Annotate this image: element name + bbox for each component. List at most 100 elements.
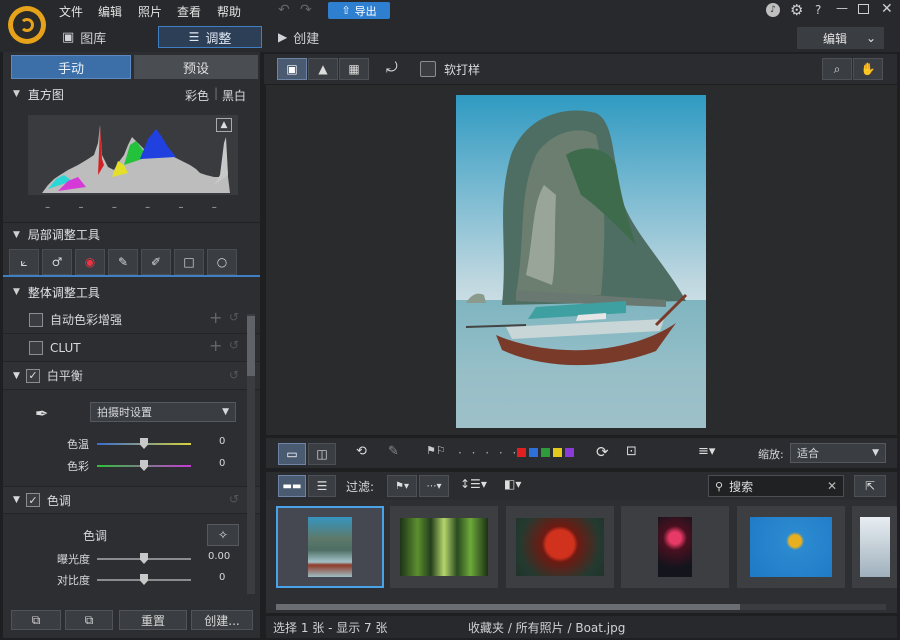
color-label-green[interactable]	[541, 448, 550, 457]
slider-handle[interactable]	[140, 460, 148, 471]
edit-brush-icon[interactable]: ✎	[388, 444, 399, 459]
rating-filter-icon[interactable]: ⋯▾	[419, 475, 449, 497]
zoom-tool-icon[interactable]: ⌕	[822, 58, 852, 80]
redo-icon[interactable]: ↷	[300, 2, 312, 18]
rotate-view-icon[interactable]: ⤾	[386, 60, 398, 76]
open-external-icon[interactable]: ⇱	[854, 475, 886, 497]
maximize-icon[interactable]	[858, 4, 869, 14]
hand-tool-icon[interactable]: ✋	[853, 58, 883, 80]
create-button[interactable]: 创建...	[191, 610, 253, 630]
clipping-warning-icon[interactable]: ▲	[216, 118, 232, 132]
side-by-side-icon[interactable]: ◫	[308, 443, 336, 465]
help-icon[interactable]: ?	[815, 3, 821, 17]
single-compare-icon[interactable]: ▭	[278, 443, 306, 465]
color-label-yellow[interactable]	[553, 448, 562, 457]
overlay-icon[interactable]: ⊡	[626, 444, 637, 459]
stack-icon[interactable]: ◧▾	[504, 477, 521, 491]
clear-search-icon[interactable]: ✕	[827, 479, 837, 493]
single-view-icon[interactable]: ▣	[277, 58, 307, 80]
add-icon[interactable]: +	[209, 336, 222, 355]
mode-adjust[interactable]: ☰ 调整	[158, 26, 262, 48]
search-input[interactable]: 搜索	[729, 478, 821, 495]
mode-create[interactable]: ▶ 创建	[278, 26, 319, 48]
menu-help[interactable]: 帮助	[217, 3, 241, 20]
strip-scrollbar[interactable]	[276, 604, 886, 610]
sort-order-icon[interactable]: ↕☰▾	[460, 477, 487, 491]
close-icon[interactable]: ✕	[881, 1, 893, 17]
reset-icon[interactable]: ↺	[229, 310, 239, 324]
scrollbar-thumb[interactable]	[276, 604, 740, 610]
white-balance-preset-select[interactable]: 拍摄时设置 ▼	[90, 402, 236, 422]
tab-manual[interactable]: 手动	[11, 55, 131, 79]
collapse-triangle-icon[interactable]: ▼	[13, 371, 20, 381]
white-balance-checkbox[interactable]: ✓	[25, 368, 40, 383]
thumbnail-forest[interactable]	[390, 506, 498, 588]
clut-checkbox[interactable]	[29, 340, 43, 355]
eyedropper-icon[interactable]: ✒	[35, 404, 48, 423]
tint-slider[interactable]	[97, 460, 191, 471]
rectangle-tool-icon[interactable]: □	[174, 249, 204, 275]
exposure-slider[interactable]	[97, 553, 191, 564]
thumbnail-partial[interactable]	[852, 506, 897, 588]
rotate-left-icon[interactable]: ⟲	[356, 444, 367, 459]
auto-color-checkbox[interactable]	[29, 312, 43, 327]
brush-icon[interactable]: ✎	[108, 249, 138, 275]
thumbnail-leaf[interactable]	[506, 506, 614, 588]
zoom-select[interactable]: 适合 ▼	[790, 443, 886, 463]
slider-handle[interactable]	[140, 574, 148, 585]
copy-settings-button[interactable]: ⧉	[11, 610, 61, 630]
global-tools-header[interactable]: ▼ 整体调整工具	[3, 280, 260, 304]
contrast-slider[interactable]	[97, 574, 191, 585]
undo-icon[interactable]: ↶	[278, 2, 290, 18]
color-label-purple[interactable]	[565, 448, 574, 457]
local-tools-header[interactable]: ▼ 局部调整工具	[3, 222, 260, 246]
filmstrip-view-icon[interactable]: ▬▬	[278, 475, 306, 497]
thumbnail-skater[interactable]	[737, 506, 845, 588]
menu-file[interactable]: 文件	[59, 3, 83, 20]
edit-dropdown[interactable]: 编辑 ⌄	[797, 27, 884, 49]
rating-dots[interactable]: · · · · ·	[458, 446, 519, 460]
tone-checkbox[interactable]: ✓	[25, 493, 40, 507]
grid-view-icon[interactable]: ▦	[339, 58, 369, 80]
tab-preset[interactable]: 预设	[134, 55, 258, 79]
color-label-red[interactable]	[517, 448, 526, 457]
spot-removal-icon[interactable]: ♂	[42, 249, 72, 275]
list-view-icon[interactable]: ☰	[308, 475, 336, 497]
temperature-slider[interactable]	[97, 438, 191, 449]
notification-bell-icon[interactable]: ♪	[766, 3, 780, 17]
export-button[interactable]: ⇧ 导出	[328, 2, 390, 19]
reset-icon[interactable]: ↺	[229, 492, 239, 506]
histogram-bw-toggle[interactable]: 黑白	[222, 87, 246, 104]
minimize-icon[interactable]: —	[836, 1, 848, 15]
search-box[interactable]: ⚲ 搜索 ✕	[708, 475, 844, 497]
auto-tone-wand-icon[interactable]: ✧	[207, 524, 239, 546]
menu-view[interactable]: 查看	[177, 3, 201, 20]
add-icon[interactable]: +	[209, 308, 222, 327]
crop-tool-icon[interactable]: ⟀	[9, 249, 39, 275]
red-eye-icon[interactable]: ◉	[75, 249, 105, 275]
slider-handle[interactable]	[140, 438, 148, 449]
settings-gear-icon[interactable]: ⚙	[790, 1, 803, 19]
reset-icon[interactable]: ↺	[229, 368, 239, 382]
color-label-blue[interactable]	[529, 448, 538, 457]
refresh-icon[interactable]: ⟳	[596, 443, 609, 461]
collapse-triangle-icon[interactable]: ▼	[13, 495, 20, 505]
slider-handle[interactable]	[140, 553, 148, 564]
thumbnail-neon[interactable]	[621, 506, 729, 588]
reset-icon[interactable]: ↺	[229, 338, 239, 352]
histogram-color-toggle[interactable]: 彩色	[185, 87, 209, 104]
circle-tool-icon[interactable]: ○	[207, 249, 237, 275]
flag-icon[interactable]: ⚑⚐	[426, 444, 446, 457]
scrollbar-thumb[interactable]	[247, 316, 255, 376]
panel-scrollbar[interactable]	[247, 314, 255, 594]
thumbnail-boat[interactable]	[276, 506, 384, 588]
paste-settings-button[interactable]: ⧉	[65, 610, 113, 630]
menu-edit[interactable]: 编辑	[98, 3, 122, 20]
main-photo[interactable]	[456, 95, 706, 428]
mode-library[interactable]: ▣ 图库	[62, 26, 106, 48]
compare-view-icon[interactable]: ▲	[308, 58, 338, 80]
softproof-checkbox[interactable]	[420, 61, 436, 77]
menu-photo[interactable]: 照片	[138, 3, 162, 20]
gradient-brush-icon[interactable]: ✐	[141, 249, 171, 275]
reset-button[interactable]: 重置	[119, 610, 187, 630]
